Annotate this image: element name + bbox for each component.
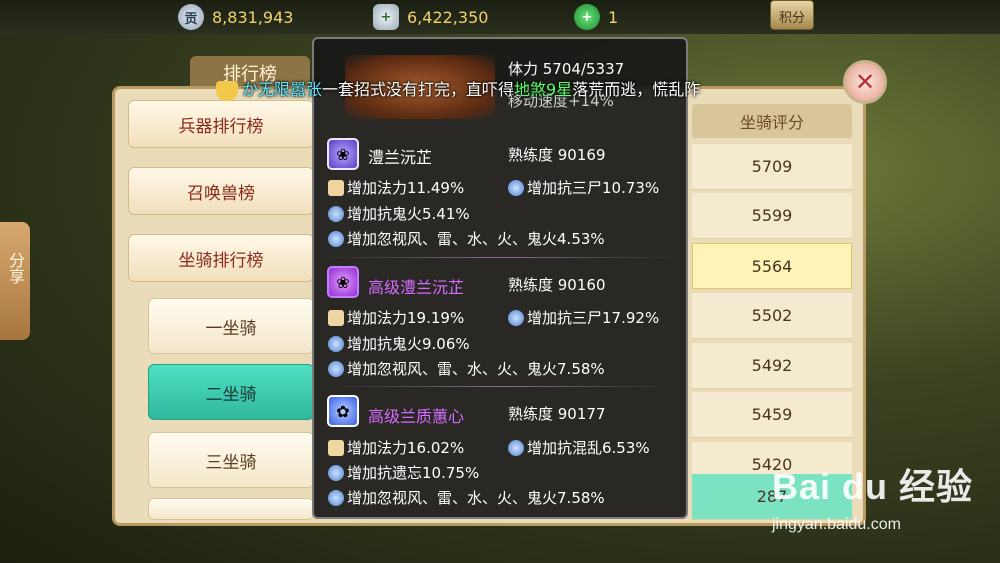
skill-attr: 增加法力16.02% xyxy=(328,437,464,458)
subtab-mount-2[interactable]: 二坐骑 xyxy=(148,364,314,420)
close-icon: ✕ xyxy=(854,68,876,96)
skill-proficiency: 熟练度 90169 xyxy=(508,146,606,164)
column-header-mount-score: 坐骑评分 xyxy=(692,104,852,138)
silver-value: 6,422,350 xyxy=(407,7,489,27)
bell-icon xyxy=(216,80,238,101)
subtab-mount-3[interactable]: 三坐骑 xyxy=(148,432,314,488)
gong-value: 8,831,943 xyxy=(212,7,294,27)
skill-name: 澧兰沅芷 xyxy=(368,148,433,167)
watermark-url: jingyan.baidu.com xyxy=(772,516,901,533)
table-row[interactable]: 5709 xyxy=(692,144,852,190)
jifen-button[interactable]: 积分 xyxy=(770,0,814,30)
swirl-icon xyxy=(328,231,344,247)
mana-icon xyxy=(328,440,344,456)
gong-resource: 贡 8,831,943 xyxy=(178,4,293,30)
broadcast-marquee: か无限嚣张一套招式没有打完，直吓得地煞9星落荒而逃，慌乱阼 xyxy=(216,76,776,102)
jade-icon: + xyxy=(574,4,600,30)
skill-icon: ❀ xyxy=(327,138,359,170)
swirl-icon xyxy=(508,310,524,326)
skill-attr: 增加抗遗忘10.75% xyxy=(328,462,479,483)
skill-icon: ✿ xyxy=(327,395,359,427)
table-row[interactable]: 5459 xyxy=(692,392,852,438)
gong-coin-icon: 贡 xyxy=(178,4,204,30)
marquee-text-tail: 落荒而逃，慌乱阼 xyxy=(572,80,701,99)
skill-icon: ❀ xyxy=(327,266,359,298)
close-button[interactable]: ✕ xyxy=(843,60,887,104)
marquee-highlight: 地煞9星 xyxy=(514,80,573,99)
tab-mount-ranking[interactable]: 坐骑排行榜 xyxy=(128,234,314,282)
marquee-text: 一套招式没有打完，直吓得 xyxy=(322,80,515,99)
swirl-icon xyxy=(328,361,344,377)
skill-attr: 增加抗三尸10.73% xyxy=(508,177,659,198)
swirl-icon xyxy=(328,490,344,506)
skill-attr: 增加抗鬼火5.41% xyxy=(328,203,470,224)
silver-resource[interactable]: + 6,422,350 xyxy=(373,4,488,30)
skill-attr: 增加抗三尸17.92% xyxy=(508,307,659,328)
skill-attr: 增加忽视风、雷、水、火、鬼火7.58% xyxy=(328,487,605,508)
subtab-mount-1[interactable]: 一坐骑 xyxy=(148,298,314,354)
skill-attr: 增加忽视风、雷、水、火、鬼火4.53% xyxy=(328,228,605,249)
swirl-icon xyxy=(328,206,344,222)
skill-name: 高级澧兰沅芷 xyxy=(368,278,465,297)
mana-icon xyxy=(328,180,344,196)
mana-icon xyxy=(328,310,344,326)
watermark-logo: Bai du 经验 xyxy=(772,466,974,507)
swirl-icon xyxy=(328,465,344,481)
tab-summon-ranking[interactable]: 召唤兽榜 xyxy=(128,167,314,215)
table-row[interactable]: 5599 xyxy=(692,193,852,239)
jade-value: 1 xyxy=(608,7,619,27)
skill-name: 高级兰质蕙心 xyxy=(368,407,465,426)
skill-proficiency: 熟练度 90160 xyxy=(508,276,606,294)
table-row[interactable]: 5492 xyxy=(692,343,852,389)
skill-attr: 增加法力11.49% xyxy=(328,177,464,198)
table-row[interactable]: 5502 xyxy=(692,293,852,339)
top-resource-bar: 贡 8,831,943 + 6,422,350 + 1 积分 xyxy=(0,0,1000,34)
swirl-icon xyxy=(508,440,524,456)
skill-attr: 增加法力19.19% xyxy=(328,307,464,328)
skill-attr: 增加抗混乱6.53% xyxy=(508,437,650,458)
skill-proficiency: 熟练度 90177 xyxy=(508,405,606,423)
divider xyxy=(326,257,676,258)
swirl-icon xyxy=(328,336,344,352)
silver-ingot-icon: + xyxy=(373,4,399,30)
divider xyxy=(326,386,676,387)
jade-resource[interactable]: + 1 xyxy=(574,4,618,30)
tab-weapon-ranking[interactable]: 兵器排行榜 xyxy=(128,100,314,148)
skill-attr: 增加忽视风、雷、水、火、鬼火7.58% xyxy=(328,358,605,379)
table-row[interactable]: 5564 xyxy=(692,243,852,289)
subtab-mount-more[interactable] xyxy=(148,498,314,520)
swirl-icon xyxy=(508,180,524,196)
share-button[interactable]: 分享 xyxy=(0,222,30,340)
baidu-watermark: Bai du 经验 jingyan.baidu.com xyxy=(772,458,992,548)
skill-attr: 增加抗鬼火9.06% xyxy=(328,333,470,354)
marquee-player-name: か无限嚣张 xyxy=(242,80,323,99)
